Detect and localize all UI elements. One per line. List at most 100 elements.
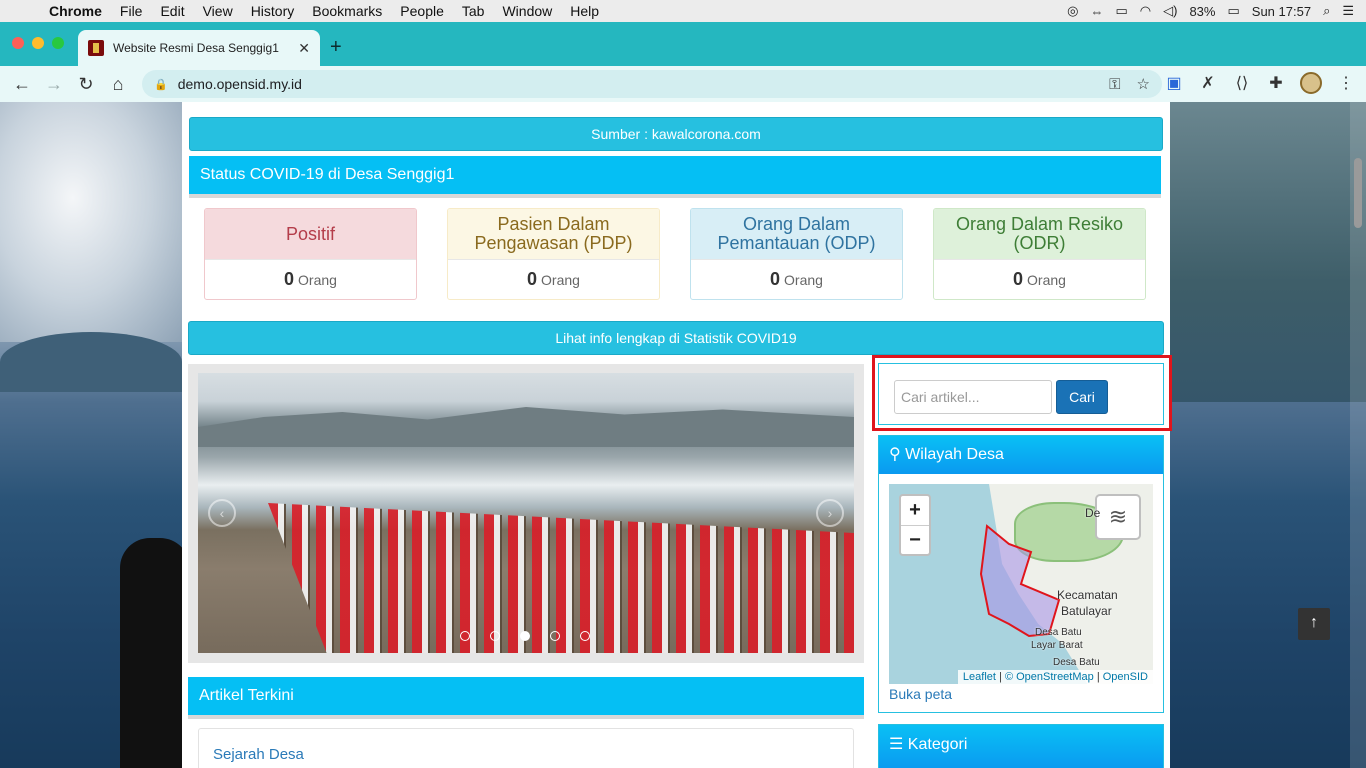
stat-label: Orang Dalam Pemantauan (ODP) — [691, 209, 902, 260]
clock[interactable]: Sun 17:57 — [1252, 4, 1311, 19]
attrib-opensid-link[interactable]: OpenSID — [1103, 671, 1148, 683]
bookmark-star-icon[interactable]: ☆ — [1137, 75, 1150, 93]
menu-tab[interactable]: Tab — [453, 0, 494, 22]
close-window-button[interactable] — [12, 37, 24, 49]
slider-dot-5[interactable] — [580, 631, 590, 641]
browser-tab-active[interactable]: Website Resmi Desa Senggig1 ✕ — [78, 30, 320, 66]
covid-source-bar[interactable]: Sumber : kawalcorona.com — [189, 117, 1163, 151]
browser-tabbar: Website Resmi Desa Senggig1 ✕ + — [0, 22, 1366, 66]
window-controls — [12, 37, 64, 49]
menu-help[interactable]: Help — [561, 0, 608, 22]
address-url[interactable]: demo.opensid.my.id — [178, 76, 1093, 92]
zoom-out-button[interactable]: − — [901, 525, 929, 554]
close-tab-icon[interactable]: ✕ — [298, 40, 310, 57]
menu-view[interactable]: View — [194, 0, 242, 22]
menu-app-chrome[interactable]: Chrome — [40, 0, 111, 22]
extensions-puzzle-icon[interactable]: ✚ — [1266, 73, 1286, 93]
back-arrow-icon[interactable]: ← — [6, 74, 38, 95]
stat-unit: Orang — [784, 272, 823, 288]
village-map[interactable]: + − ≋ De Kecamatan Batulayar Desa Batu L… — [889, 484, 1153, 684]
wilayah-title: ⚲ Wilayah Desa — [879, 436, 1163, 474]
stat-label: Pasien Dalam Pengawasan (PDP) — [448, 209, 659, 260]
slider-dot-1[interactable] — [460, 631, 470, 641]
search-button[interactable]: Cari — [1056, 380, 1108, 414]
chrome-menu-icon[interactable]: ⋮ — [1336, 73, 1356, 93]
background-mountain — [1170, 102, 1366, 402]
map-attribution: Leaflet | © OpenStreetMap | OpenSID — [957, 670, 1153, 684]
airplay-icon[interactable]: ▭ — [1115, 3, 1127, 19]
menu-window[interactable]: Window — [493, 0, 561, 22]
menu-edit[interactable]: Edit — [151, 0, 193, 22]
extension-code-icon[interactable]: ⟨⟩ — [1232, 73, 1252, 93]
minimize-window-button[interactable] — [32, 37, 44, 49]
battery-percent: 83% — [1189, 3, 1216, 19]
stat-value: 0 — [1013, 269, 1024, 289]
forward-arrow-icon[interactable]: → — [38, 74, 70, 95]
wifi-icon[interactable]: ◠ — [1140, 3, 1151, 19]
kategori-widget: ☰ Kategori — [878, 724, 1164, 768]
stat-unit: Orang — [1027, 272, 1066, 288]
stat-unit: Orang — [298, 272, 337, 288]
tab-title: Website Resmi Desa Senggig1 — [113, 41, 279, 55]
article-item: Sejarah Desa — [198, 728, 854, 768]
slider-next-icon[interactable]: › — [816, 499, 844, 527]
stat-pdp: Pasien Dalam Pengawasan (PDP) 0 Orang — [447, 208, 660, 300]
site-favicon-icon — [88, 40, 104, 56]
map-label-kecamatan: Kecamatan — [1057, 588, 1118, 602]
creative-cloud-icon[interactable]: ◎ — [1067, 3, 1078, 19]
slider-prev-icon[interactable]: ‹ — [208, 499, 236, 527]
map-marker-icon: ⚲ — [889, 446, 906, 463]
lock-icon[interactable]: 🔒 — [154, 78, 168, 91]
background-clouds — [0, 102, 182, 342]
menu-people[interactable]: People — [391, 0, 453, 22]
volume-icon[interactable]: ◁) — [1163, 3, 1177, 19]
teamviewer-icon[interactable]: ⇔ — [1090, 4, 1103, 19]
menu-history[interactable]: History — [242, 0, 304, 22]
map-label-batulayar: Batulayar — [1061, 604, 1112, 618]
spotlight-search-icon[interactable]: ⌕ — [1323, 3, 1330, 19]
layers-icon[interactable]: ≋ — [1095, 494, 1141, 540]
extensions-area: ▣ ✗ ⟨⟩ ✚ ⋮ — [1164, 72, 1356, 94]
stat-value: 0 — [527, 269, 538, 289]
stat-unit: Orang — [541, 272, 580, 288]
slider-dot-4[interactable] — [550, 631, 560, 641]
macos-menubar: Chrome File Edit View History Bookmarks … — [0, 0, 1366, 22]
search-input[interactable] — [894, 380, 1052, 414]
list-icon: ☰ — [889, 736, 908, 753]
stat-odr: Orang Dalam Resiko (ODR) 0 Orang — [933, 208, 1146, 300]
attrib-osm-link[interactable]: © OpenStreetMap — [1005, 671, 1094, 683]
address-bar[interactable]: 🔒 demo.opensid.my.id ⚿ ☆ — [142, 70, 1162, 98]
reload-icon[interactable]: ↻ — [70, 74, 102, 95]
background-person — [120, 538, 190, 768]
page-scrollbar[interactable] — [1350, 102, 1366, 768]
slider-dot-2[interactable] — [490, 631, 500, 641]
scrollbar-thumb[interactable] — [1354, 158, 1362, 228]
covid-info-link[interactable]: Lihat info lengkap di Statistik COVID19 — [188, 321, 1164, 355]
map-label-de: De — [1085, 506, 1101, 520]
home-icon[interactable]: ⌂ — [102, 74, 134, 95]
key-icon[interactable]: ⚿ — [1109, 76, 1120, 93]
extension-x-icon[interactable]: ✗ — [1198, 73, 1218, 93]
slider-image[interactable]: ‹ › — [198, 373, 854, 653]
slider-dot-3[interactable] — [520, 631, 530, 641]
maximize-window-button[interactable] — [52, 37, 64, 49]
map-label-desa-batu: Desa Batu — [1035, 627, 1082, 638]
stat-odp: Orang Dalam Pemantauan (ODP) 0 Orang — [690, 208, 903, 300]
zoom-in-button[interactable]: + — [901, 496, 929, 525]
battery-icon[interactable]: ▭ — [1227, 3, 1239, 19]
buka-peta-link[interactable]: Buka peta — [889, 686, 952, 702]
search-widget: Cari — [878, 363, 1164, 425]
stat-label: Positif — [205, 209, 416, 260]
menu-bookmarks[interactable]: Bookmarks — [303, 0, 391, 22]
extension-translate-icon[interactable]: ▣ — [1164, 73, 1184, 93]
new-tab-icon[interactable]: + — [330, 36, 342, 59]
profile-avatar[interactable] — [1300, 72, 1322, 94]
image-slider: ‹ › — [188, 364, 864, 663]
map-zoom-control: + − — [899, 494, 931, 556]
control-center-icon[interactable]: ☰ — [1342, 3, 1354, 19]
slide-hills — [198, 407, 854, 447]
menu-file[interactable]: File — [111, 0, 152, 22]
back-to-top-icon[interactable]: ↑ — [1298, 608, 1330, 640]
attrib-leaflet-link[interactable]: Leaflet — [963, 671, 996, 683]
article-link[interactable]: Sejarah Desa — [213, 746, 304, 763]
